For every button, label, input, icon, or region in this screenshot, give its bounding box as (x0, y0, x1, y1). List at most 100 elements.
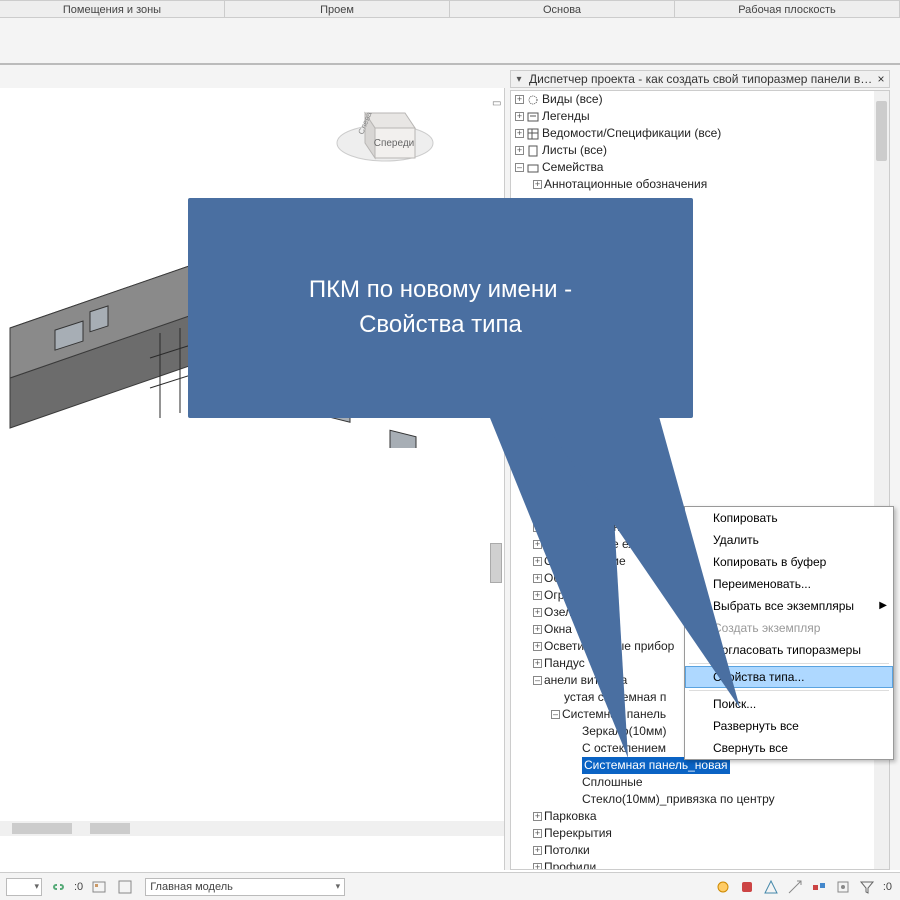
callout-line1: ПКМ по новому имени - (309, 273, 572, 308)
tree-node[interactable]: устая системная п (564, 689, 666, 706)
tree-node[interactable]: Коро (544, 451, 571, 468)
status-icon[interactable] (835, 879, 851, 895)
collapse-icon[interactable]: – (533, 676, 542, 685)
menu-rename[interactable]: Переименовать... (685, 573, 893, 595)
schedule-icon (526, 127, 540, 141)
collapse-icon[interactable]: – (515, 163, 524, 172)
expand-icon[interactable]: + (533, 846, 542, 855)
viewport-hscrollbar[interactable] (0, 821, 504, 836)
tree-node[interactable]: Потолки (544, 842, 590, 859)
expand-icon[interactable]: + (533, 591, 542, 600)
menu-match-types[interactable]: Согласовать типоразмеры (685, 639, 893, 661)
viewport-maximize-icon[interactable]: ▭ (492, 98, 502, 108)
legend-icon (526, 110, 540, 124)
expand-icon[interactable]: + (533, 659, 542, 668)
collapse-icon[interactable]: – (551, 710, 560, 719)
tree-node[interactable]: Зеркало(10мм) (582, 723, 666, 740)
tree-node[interactable]: Мебель (544, 502, 587, 519)
viewport-resize-handle[interactable] (490, 543, 502, 583)
menu-copy-clipboard[interactable]: Копировать в буфер (685, 551, 893, 573)
editable-icon[interactable] (115, 877, 135, 897)
tree-node[interactable]: Стекло(10мм)_привязка по центру (582, 791, 775, 808)
menu-delete[interactable]: Удалить (685, 529, 893, 551)
menu-type-properties[interactable]: Свойства типа... (685, 666, 893, 688)
tree-node-schedules[interactable]: Ведомости/Спецификации (все) (542, 125, 721, 142)
status-icon[interactable] (787, 879, 803, 895)
menu-select-all[interactable]: Выбрать все экземпляры▶ (685, 595, 893, 617)
status-icon[interactable] (715, 879, 731, 895)
menu-copy[interactable]: Копировать (685, 507, 893, 529)
status-icon[interactable] (811, 879, 827, 895)
ribbon-label-workplane: Рабочая плоскость (675, 1, 900, 17)
status-icon[interactable] (763, 879, 779, 895)
tree-node[interactable]: Пандус (544, 655, 585, 672)
tree-node[interactable]: Перекрытия (544, 825, 612, 842)
expand-icon[interactable]: + (533, 180, 542, 189)
tree-node[interactable]: Ограждение (544, 587, 613, 604)
tree-node[interactable]: Парковка (544, 808, 597, 825)
expand-icon[interactable]: + (533, 472, 542, 481)
view-cube[interactable]: Спереди Слева (330, 73, 440, 183)
status-bar: ▾ :0 Главная модель▾ :0 (0, 872, 900, 900)
ribbon-group-labels: Помещения и зоны Проем Основа Рабочая пл… (0, 0, 900, 18)
expand-icon[interactable]: + (533, 523, 542, 532)
tree-node[interactable]: Профили (544, 859, 596, 870)
views-icon (526, 93, 540, 107)
model-dropdown[interactable]: Главная модель▾ (145, 878, 345, 896)
expand-icon[interactable]: + (533, 642, 542, 651)
expand-icon[interactable]: + (515, 129, 524, 138)
tree-node-families[interactable]: Семейства (542, 159, 603, 176)
tree-node[interactable]: Обобщенные ели (544, 536, 642, 553)
tree-node-legends[interactable]: Легенды (542, 108, 590, 125)
link-count: :0 (74, 881, 83, 893)
families-icon (526, 161, 540, 175)
expand-icon[interactable]: + (533, 557, 542, 566)
sheet-icon (526, 144, 540, 158)
expand-icon[interactable]: + (515, 95, 524, 104)
expand-icon[interactable]: + (533, 863, 542, 870)
menu-expand-all[interactable]: Развернуть все (685, 715, 893, 737)
menu-separator (689, 690, 889, 691)
status-dropdown[interactable]: ▾ (6, 878, 42, 896)
tree-node[interactable]: Крыш (544, 468, 576, 485)
tree-node-views[interactable]: Виды (все) (542, 91, 603, 108)
close-icon[interactable]: × (873, 72, 889, 86)
tree-node-sheets[interactable]: Листы (все) (542, 142, 607, 159)
tree-node-annotations[interactable]: Аннотационные обозначения (544, 176, 707, 193)
expand-icon[interactable]: + (515, 112, 524, 121)
tree-node[interactable]: Несущие ко ны (544, 519, 629, 536)
expand-icon[interactable]: + (533, 540, 542, 549)
tree-node[interactable]: Осветительные прибор (544, 638, 674, 655)
tree-node[interactable]: Сплошные (582, 774, 643, 791)
status-icon[interactable] (739, 879, 755, 895)
tree-node-curtain-panels[interactable]: анели витража (544, 672, 627, 689)
expand-icon[interactable]: + (533, 608, 542, 617)
tree-node[interactable]: Лестниц (544, 485, 590, 502)
expand-icon[interactable]: + (533, 625, 542, 634)
expand-icon[interactable]: + (533, 455, 542, 464)
tree-node[interactable]: Окна (544, 621, 572, 638)
expand-icon[interactable]: + (515, 146, 524, 155)
menu-collapse-all[interactable]: Свернуть все (685, 737, 893, 759)
tree-node[interactable]: Оборудование (544, 553, 626, 570)
tree-node[interactable]: Образец (544, 570, 592, 587)
worksets-icon[interactable] (89, 877, 109, 897)
menu-separator (689, 663, 889, 664)
expand-icon[interactable]: + (533, 489, 542, 498)
tree-node-system-panel[interactable]: Системная панель (562, 706, 666, 723)
filter-icon[interactable] (859, 879, 875, 895)
expand-icon[interactable]: + (533, 812, 542, 821)
menu-search[interactable]: Поиск... (685, 693, 893, 715)
callout-line2: Свойства типа (309, 308, 572, 343)
expand-icon[interactable]: + (533, 829, 542, 838)
ribbon-label-opening: Проем (225, 1, 450, 17)
expand-icon[interactable]: + (533, 574, 542, 583)
tree-node[interactable]: С остеклением (582, 740, 666, 757)
expand-icon[interactable]: + (533, 506, 542, 515)
panel-options-dropdown[interactable]: ▾ (511, 74, 527, 85)
annotation-callout: ПКМ по новому имени - Свойства типа (188, 198, 693, 418)
project-browser-titlebar[interactable]: ▾ Диспетчер проекта - как создать свой т… (510, 70, 890, 88)
viewcube-front-label: Спереди (374, 138, 415, 149)
tree-node[interactable]: Озеленение (544, 604, 612, 621)
link-icon[interactable] (48, 877, 68, 897)
